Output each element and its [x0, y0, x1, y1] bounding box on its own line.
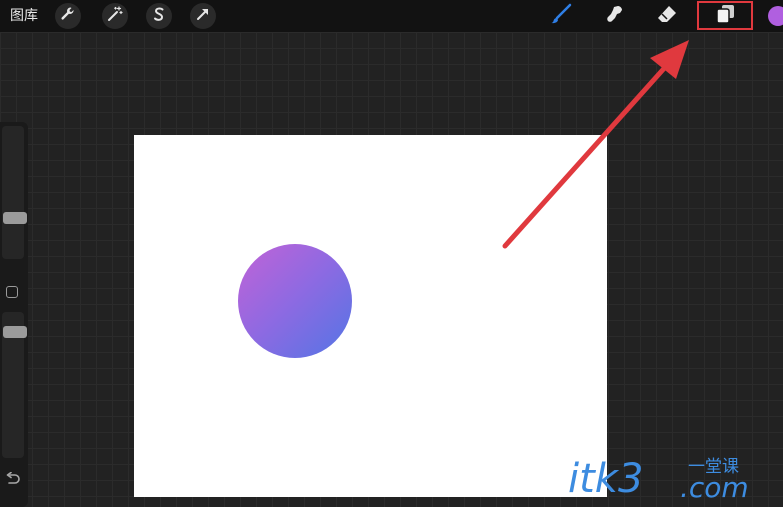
undo-button[interactable]	[4, 471, 22, 485]
transform-button[interactable]	[190, 3, 216, 29]
eraser-icon	[656, 3, 678, 29]
gradient-circle-shape	[238, 244, 352, 358]
adjustments-button[interactable]	[102, 3, 128, 29]
actions-button[interactable]	[55, 3, 81, 29]
watermark-com: .com	[680, 471, 749, 504]
selection-button[interactable]	[146, 3, 172, 29]
watermark-main: itk3	[568, 456, 644, 502]
annotation-highlight-box	[697, 1, 753, 30]
smudge-icon	[604, 3, 626, 29]
brush-icon	[550, 3, 572, 29]
magic-wand-icon	[107, 6, 123, 26]
smudge-tool-button[interactable]	[601, 3, 629, 29]
procreate-app: 图库 itk3 一堂课 .com	[0, 0, 783, 507]
gallery-button[interactable]: 图库	[10, 6, 38, 26]
eraser-tool-button[interactable]	[653, 3, 681, 29]
brush-size-slider[interactable]	[2, 126, 27, 259]
drawing-canvas[interactable]	[134, 135, 607, 497]
top-toolbar: 图库	[0, 0, 783, 32]
modify-button[interactable]	[6, 286, 18, 298]
wrench-icon	[60, 6, 76, 26]
opacity-handle[interactable]	[3, 326, 27, 338]
color-picker-button[interactable]	[768, 6, 783, 26]
undo-icon	[4, 471, 22, 490]
left-sidebar	[0, 122, 28, 507]
brush-size-handle[interactable]	[3, 212, 27, 224]
arrow-cursor-icon	[195, 6, 211, 26]
opacity-slider[interactable]	[2, 312, 27, 458]
watermark: itk3 一堂课 .com	[568, 455, 778, 505]
brush-tool-button[interactable]	[547, 3, 575, 29]
selection-s-icon	[151, 6, 167, 26]
